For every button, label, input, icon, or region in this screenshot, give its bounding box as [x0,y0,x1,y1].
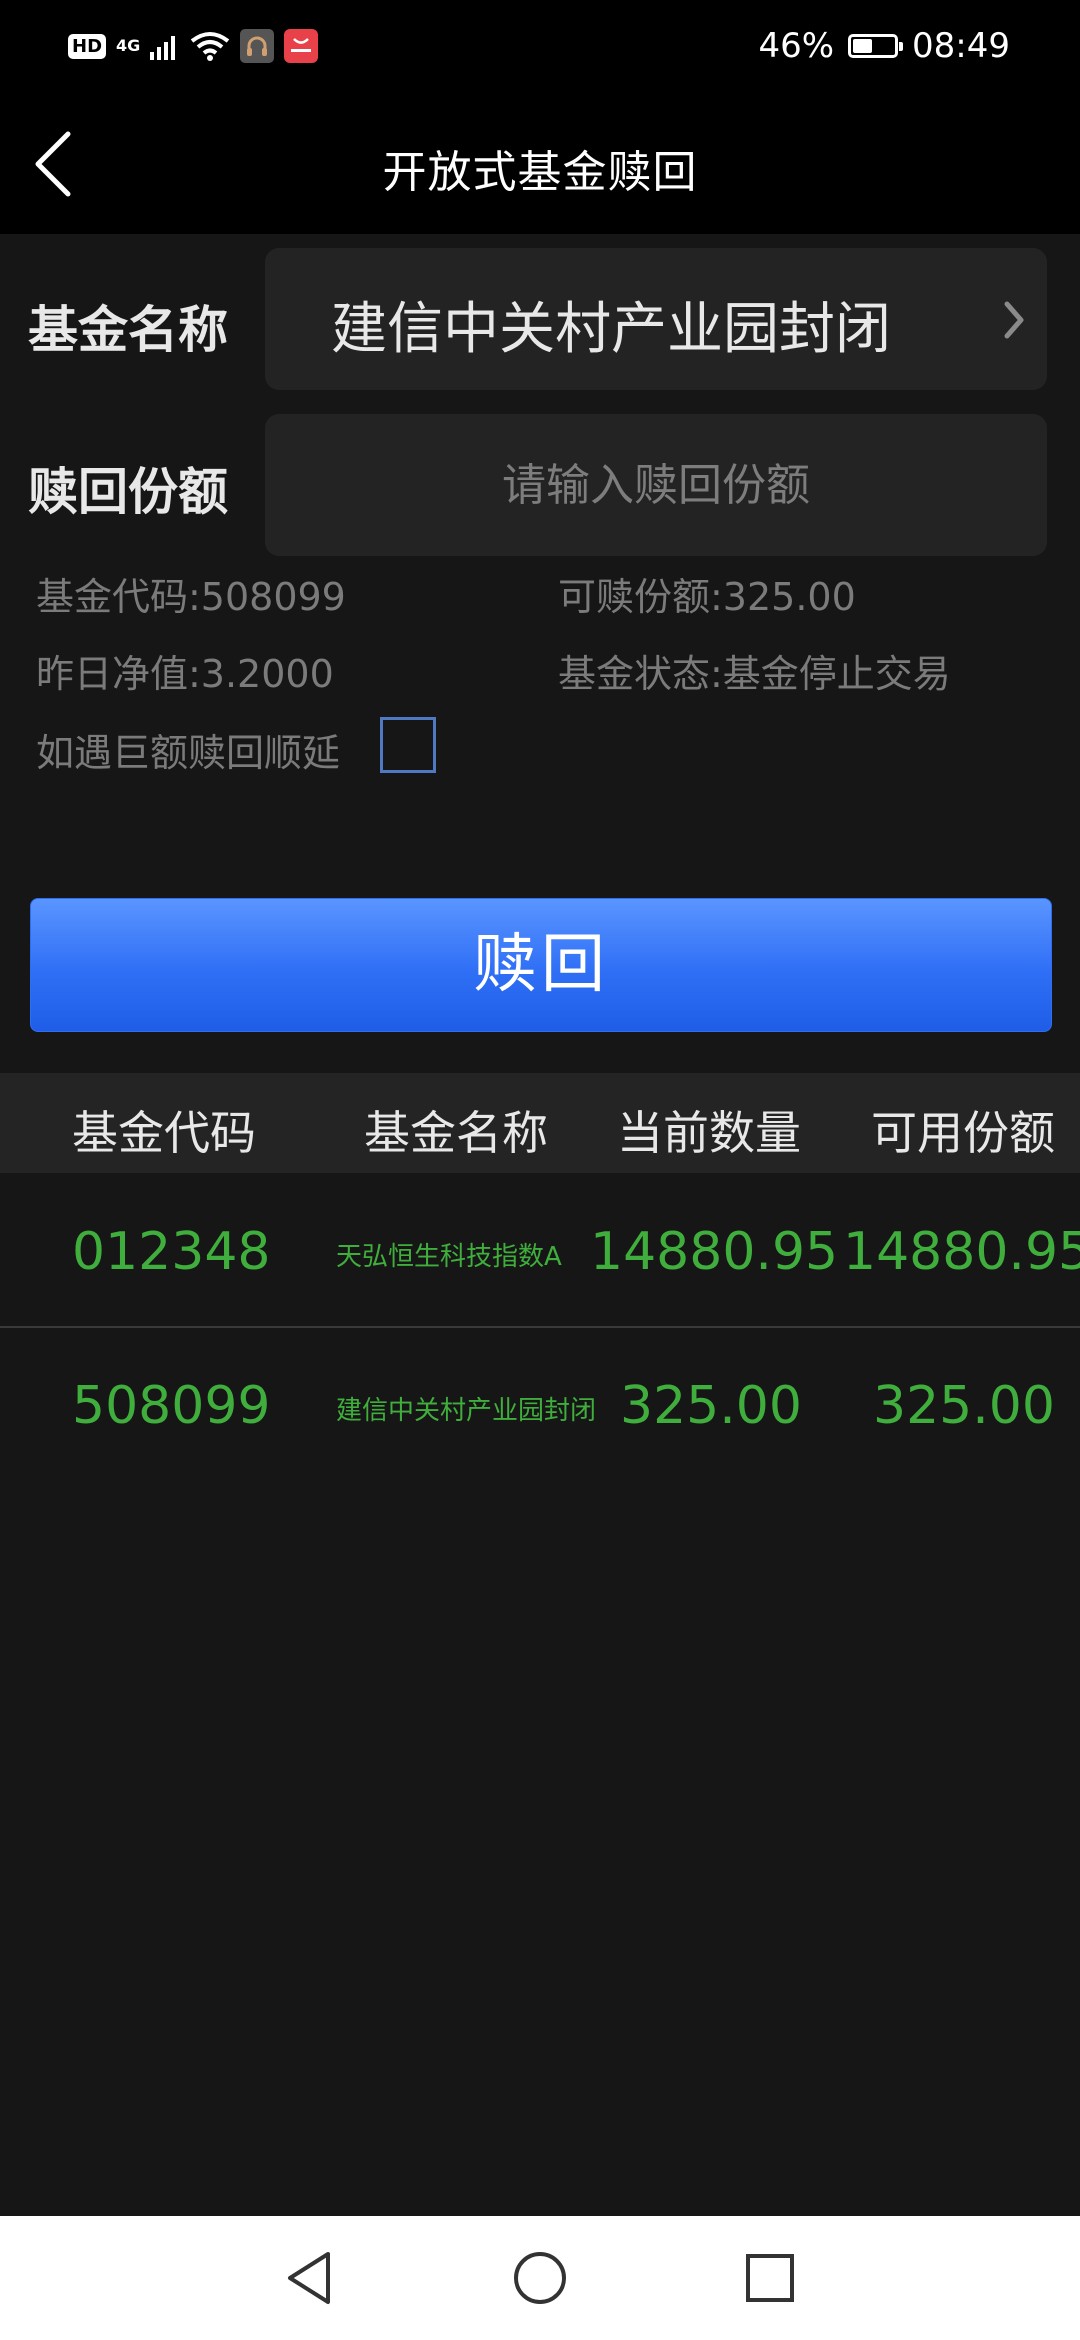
row-available: 325.00 [873,1376,1055,1436]
nav-recents-button[interactable] [738,2246,802,2310]
row-divider [0,1326,1080,1328]
nav-back-button[interactable] [278,2246,342,2310]
fund-status-info: 基金状态:基金停止交易 [558,652,951,696]
fund-code-info: 基金代码:508099 [36,575,346,619]
huawei-app-icon [284,29,319,63]
network-type-label: 4G [116,36,141,55]
wifi-icon [191,32,230,61]
column-header-name: 基金名称 [364,1106,548,1160]
headphones-app-icon [240,29,275,63]
amount-row: 赎回份额 [0,412,1080,558]
redeemable-info: 可赎份额:325.00 [558,575,856,619]
amount-input[interactable] [265,414,1047,556]
delay-checkbox[interactable] [380,717,436,773]
row-fund-code: 012348 [72,1222,271,1282]
nav-home-button[interactable] [508,2246,572,2310]
table-row[interactable]: 508099 建信中关村产业园封闭 325.00 325.00 [0,1330,1080,1482]
home-circle-icon [514,2252,566,2304]
row-quantity: 14880.95 [590,1222,839,1282]
delay-label: 如遇巨额赎回顺延 [36,731,341,775]
column-header-code: 基金代码 [72,1106,256,1160]
column-header-available: 可用份额 [871,1106,1055,1160]
charging-battery-icon [848,34,904,58]
signal-icon [150,36,176,60]
row-available: 14880.95 [843,1222,1080,1282]
back-triangle-icon [288,2252,330,2304]
system-nav-bar [0,2216,1080,2340]
table-row[interactable]: 012348 天弘恒生科技指数A 14880.95 14880.95 [0,1176,1080,1328]
row-fund-code: 508099 [72,1376,271,1436]
status-icons-left: HD 4G [68,26,319,66]
status-bar: HD 4G 46% 08:49 [0,0,1080,88]
battery-percent: 46% [758,26,835,66]
status-icons-right: 46% 08:49 [758,24,1010,68]
chevron-right-icon [1004,301,1024,339]
redeem-button[interactable]: 赎回 [30,898,1052,1032]
row-fund-name: 天弘恒生科技指数A [336,1242,562,1272]
title-bar: 开放式基金赎回 [0,88,1080,234]
amount-label: 赎回份额 [28,463,228,521]
fund-name-value: 建信中关村产业园封闭 [331,297,891,362]
holdings-table-header: 基金代码 基金名称 当前数量 可用份额 [0,1073,1080,1173]
recents-square-icon [746,2254,794,2302]
clock: 08:49 [912,26,1010,66]
column-header-quantity: 当前数量 [617,1106,801,1160]
nav-info: 昨日净值:3.2000 [36,652,334,696]
amount-box [265,414,1047,556]
row-fund-name: 建信中关村产业园封闭 [336,1396,597,1426]
page-title: 开放式基金赎回 [382,147,698,198]
hd-badge: HD [68,33,107,59]
fund-name-selector[interactable]: 建信中关村产业园封闭 [265,248,1047,390]
row-quantity: 325.00 [620,1376,802,1436]
fund-name-label: 基金名称 [28,301,228,359]
fund-name-row: 基金名称 建信中关村产业园封闭 [0,246,1080,392]
